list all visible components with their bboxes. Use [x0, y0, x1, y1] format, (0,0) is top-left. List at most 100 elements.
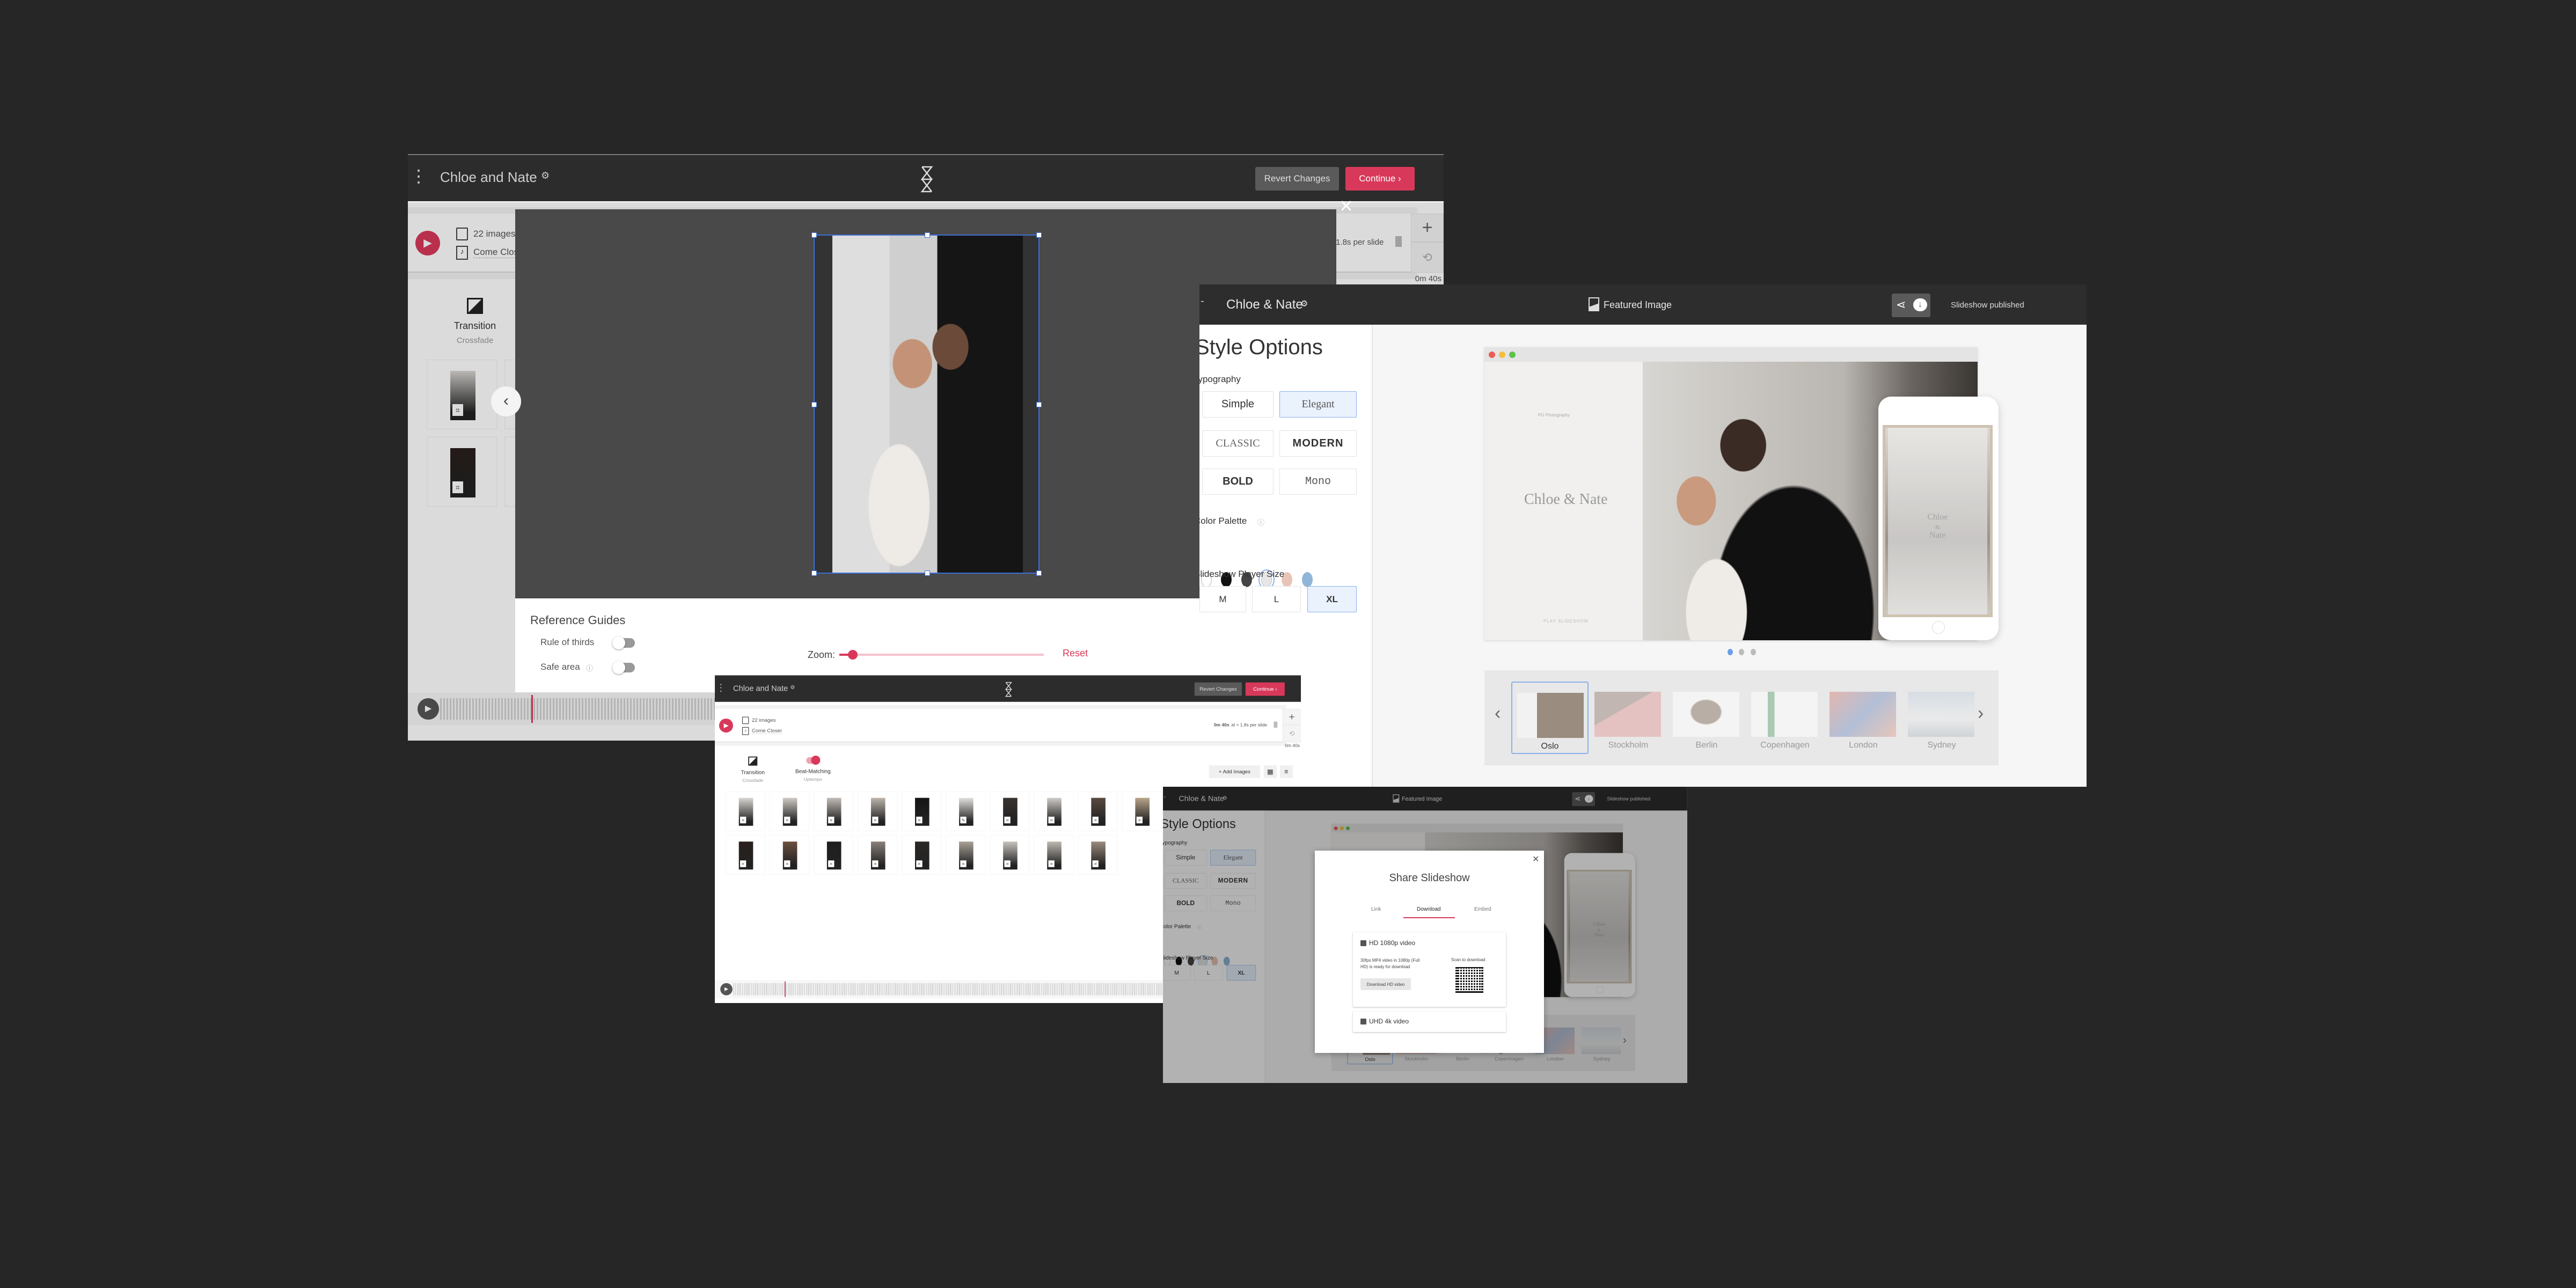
gear-icon[interactable]: ⚙	[790, 684, 795, 691]
reset-button[interactable]: Reset	[1063, 648, 1088, 659]
crop-icon[interactable]: ⌗	[784, 860, 791, 867]
crop-handle-r[interactable]	[1036, 402, 1042, 407]
crop-icon[interactable]: ⌗	[1092, 816, 1099, 824]
crop-all-button[interactable]: ⟲	[1282, 724, 1301, 743]
crop-icon[interactable]: ⌗	[784, 816, 791, 824]
crop-icon[interactable]: ⌗	[1048, 860, 1055, 867]
image-thumbnail[interactable]: ⌗	[769, 791, 810, 831]
image-thumbnail[interactable]: ⌗	[769, 835, 810, 875]
image-thumbnail[interactable]: ⌗	[725, 791, 765, 831]
slide-dot-2[interactable]	[1739, 649, 1744, 655]
tab-download[interactable]: Download	[1417, 906, 1440, 912]
slide-dot-3[interactable]	[1751, 649, 1756, 655]
crop-icon[interactable]: ✎	[960, 816, 967, 824]
play-slideshow-link[interactable]: PLAY SLIDESHOW	[1543, 619, 1589, 624]
image-thumbnail[interactable]: ⌗	[725, 835, 765, 875]
playhead[interactable]	[785, 981, 786, 997]
crop-handle-l[interactable]	[811, 402, 817, 407]
font-option-classic[interactable]: CLASSIC	[1202, 430, 1274, 457]
slideshow-title[interactable]: Chloe and Nate	[440, 169, 537, 186]
share-icon[interactable]: ⋖	[1896, 298, 1906, 312]
image-thumbnail[interactable]: ⌗	[990, 791, 1030, 831]
info-icon[interactable]: ⓘ	[1257, 517, 1264, 527]
timeline-play-icon[interactable]: ▶	[720, 983, 733, 996]
tab-embed[interactable]: Embed	[1474, 906, 1491, 912]
qr-code[interactable]	[1455, 966, 1483, 993]
zoom-slider-thumb[interactable]	[848, 650, 858, 660]
crop-handle-br[interactable]	[1036, 570, 1042, 576]
slide-dot-1[interactable]	[1728, 649, 1733, 655]
crop-handle-t[interactable]	[925, 232, 930, 238]
slideshow-title[interactable]: Chloe and Nate	[733, 684, 788, 693]
continue-button[interactable]: Continue ›	[1245, 682, 1285, 696]
font-option-elegant[interactable]: Elegant	[1279, 391, 1357, 418]
crop-icon[interactable]: ⌗	[872, 816, 879, 824]
size-option-l[interactable]: L	[1252, 586, 1301, 612]
font-option-mono[interactable]: Mono	[1279, 469, 1357, 495]
crop-icon[interactable]: ⌗	[1048, 816, 1055, 824]
revert-changes-button[interactable]: Revert Changes	[1255, 167, 1339, 191]
crop-icon[interactable]: ⌗	[872, 860, 879, 867]
font-option-simple[interactable]: Simple	[1202, 391, 1274, 418]
image-thumbnail[interactable]: ⌗	[813, 791, 854, 831]
size-option-m[interactable]: M	[1199, 586, 1246, 612]
revert-changes-button[interactable]: Revert Changes	[1194, 682, 1242, 696]
add-slide-button[interactable]: +	[1282, 708, 1301, 725]
crop-icon[interactable]: ⌗	[828, 816, 835, 824]
download-hd-button[interactable]: Download HD video	[1360, 978, 1411, 990]
crop-selection[interactable]	[811, 232, 1042, 576]
image-thumbnail[interactable]: ⌗	[990, 835, 1030, 875]
info-icon[interactable]: ⓘ	[586, 663, 593, 673]
crop-icon[interactable]: ⌗	[740, 860, 747, 867]
crop-icon[interactable]: ⌗	[1092, 860, 1099, 867]
theme-stockholm[interactable]: Stockholm	[1590, 682, 1667, 754]
theme-oslo[interactable]: Oslo	[1511, 682, 1589, 754]
crop-icon[interactable]: ⌗	[828, 860, 835, 867]
song-name[interactable]: Come Closer	[752, 728, 782, 734]
image-thumbnail[interactable]: ⌗	[1122, 791, 1162, 831]
kebab-menu-icon[interactable]: ⋮	[410, 166, 427, 186]
grid-view-icon[interactable]: ▦	[1263, 765, 1277, 778]
image-icon[interactable]	[1589, 297, 1599, 311]
crop-icon[interactable]: ⌗	[916, 816, 923, 824]
crop-handle-b[interactable]	[925, 570, 930, 576]
image-thumbnail[interactable]: ⌗	[902, 835, 942, 875]
back-icon[interactable]: -	[1201, 295, 1204, 308]
crop-icon[interactable]: ⌗	[740, 816, 747, 824]
crop-icon[interactable]: ⌗	[1004, 860, 1011, 867]
beat-matching-setting[interactable]: Beat-Matching Uptempo	[792, 755, 834, 782]
image-thumbnail[interactable]: ⌗	[946, 835, 986, 875]
image-thumbnail[interactable]: ✎	[946, 791, 986, 831]
uhd-video-card[interactable]: UHD 4k video	[1353, 1012, 1506, 1032]
size-option-xl[interactable]: XL	[1307, 586, 1357, 612]
image-thumbnail[interactable]: ⌗	[858, 835, 898, 875]
safe-area-toggle[interactable]	[612, 661, 635, 674]
add-images-button[interactable]: + Add Images	[1209, 765, 1260, 778]
crop-handle-tl[interactable]	[811, 232, 817, 238]
continue-button[interactable]: Continue ›	[1345, 167, 1415, 191]
font-option-modern[interactable]: MODERN	[1279, 430, 1357, 457]
rule-of-thirds-toggle[interactable]	[612, 636, 635, 649]
image-thumbnail[interactable]: ⌗	[813, 835, 854, 875]
close-crop-icon[interactable]: ✕	[1339, 196, 1353, 216]
theme-london[interactable]: London	[1825, 682, 1902, 754]
close-modal-icon[interactable]: ✕	[1532, 854, 1539, 865]
font-option-bold[interactable]: BOLD	[1202, 469, 1274, 495]
crop-handle-bl[interactable]	[811, 570, 817, 576]
trash-icon[interactable]	[1274, 721, 1278, 728]
theme-berlin[interactable]: Berlin	[1668, 682, 1745, 754]
featured-image-button[interactable]: Featured Image	[1604, 299, 1672, 311]
crop-handle-tr[interactable]	[1036, 232, 1042, 238]
tab-link[interactable]: Link	[1371, 906, 1381, 912]
image-thumbnail[interactable]: ⌗	[858, 791, 898, 831]
beat-matching-toggle[interactable]	[806, 755, 821, 765]
image-thumbnail[interactable]: ⌗	[1034, 835, 1074, 875]
image-thumbnail[interactable]: ⌗	[1034, 791, 1074, 831]
crop-icon[interactable]: ⌗	[960, 860, 967, 867]
crop-icon[interactable]: ⌗	[1136, 816, 1143, 824]
kebab-menu-icon[interactable]: ⋮	[716, 682, 726, 693]
cloud-download-icon[interactable]: ↓	[1913, 298, 1927, 311]
gear-icon[interactable]: ⚙	[1300, 298, 1308, 309]
image-thumbnail[interactable]: ⌗	[902, 791, 942, 831]
sort-icon[interactable]: ≡	[1279, 765, 1293, 778]
